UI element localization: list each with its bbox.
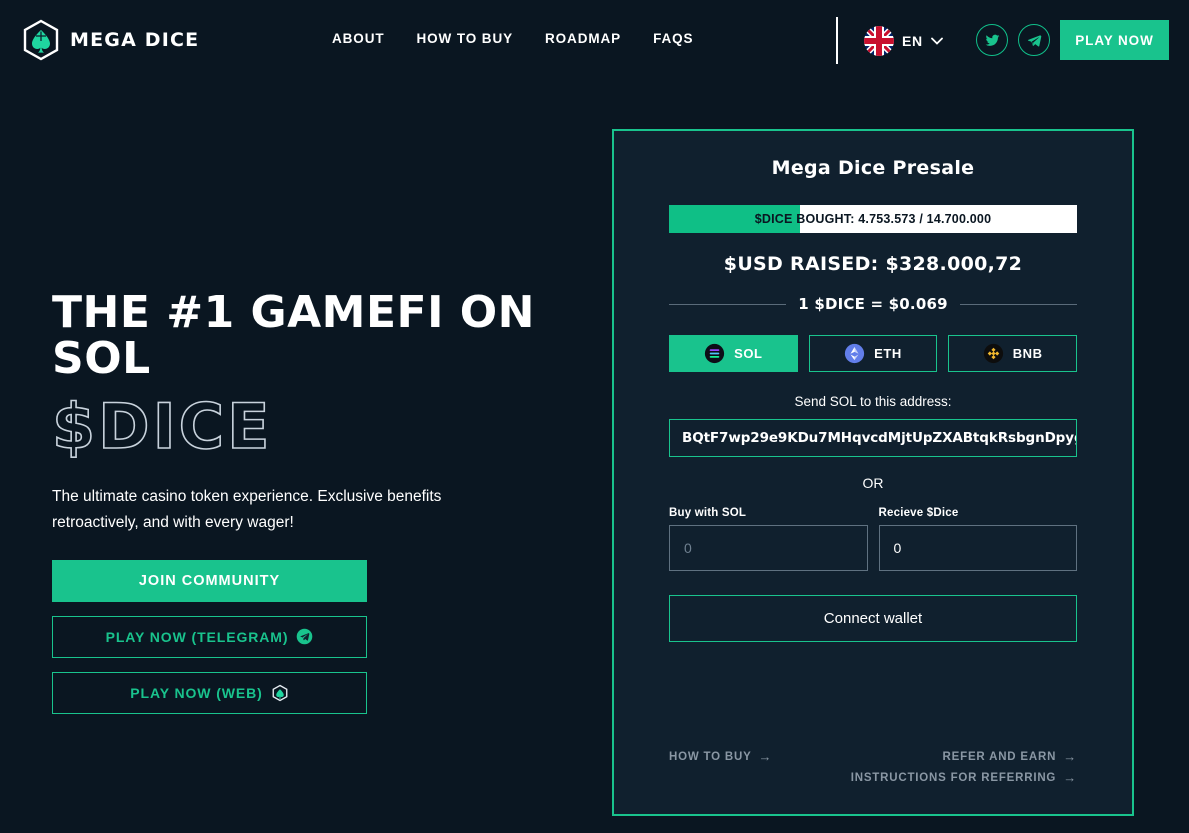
footer-link-how-to-buy-label: HOW TO BUY [669,750,752,763]
receive-amount-input[interactable] [878,525,1077,571]
coin-tab-sol[interactable]: SOL [669,335,798,372]
mega-dice-hex-icon [272,684,288,701]
presale-panel: Mega Dice Presale $DICE BOUGHT: 4.753.57… [612,129,1134,816]
footer-link-refer-and-earn[interactable]: REFER AND EARN → [943,750,1077,763]
join-community-button[interactable]: JOIN COMMUNITY [52,559,367,602]
swap-fields: Buy with SOL Recieve $Dice [669,507,1077,571]
hero-title: THE #1 GAMEFI ON SOL [52,287,535,385]
arrow-right-icon: → [1063,770,1077,785]
play-now-telegram-button[interactable]: PLAY NOW (TELEGRAM) [52,615,367,658]
presale-progress-label: $DICE BOUGHT: 4.753.573 / 14.700.000 [754,212,992,226]
play-now-button[interactable]: PLAY NOW [1060,20,1169,60]
receive-field-group: Recieve $Dice [878,507,1077,571]
hero-buttons: JOIN COMMUNITY PLAY NOW (TELEGRAM) PLAY … [52,559,367,714]
language-label: EN [902,33,923,49]
presale-progress-bar: $DICE BOUGHT: 4.753.573 / 14.700.000 [669,205,1077,233]
chevron-down-icon [930,37,943,45]
brand-logo[interactable]: MEGA DICE [20,19,199,61]
hexagon-spade-logo-icon [23,19,59,61]
site-header: MEGA DICE ABOUT HOW TO BUY ROADMAP FAQS … [0,0,1189,80]
footer-link-instructions-label: INSTRUCTIONS FOR REFERRING [850,771,1057,784]
brand-name: MEGA DICE [70,29,200,51]
buy-field-group: Buy with SOL [669,507,868,571]
telegram-icon [297,628,313,645]
coin-tab-eth-label: ETH [874,346,902,361]
rate-divider-right [959,303,1078,305]
coin-tab-bnb[interactable]: BNB [948,335,1078,372]
nav-item-roadmap[interactable]: ROADMAP [545,31,621,46]
telegram-icon [1027,34,1041,46]
telegram-button[interactable] [1018,24,1050,56]
play-now-web-label: PLAY NOW (WEB) [130,684,263,701]
uk-flag-icon [864,26,894,56]
arrow-right-icon: → [1063,749,1077,764]
page-root: MEGA DICE ABOUT HOW TO BUY ROADMAP FAQS … [0,0,1189,833]
usd-raised-text: $USD RAISED: $328.000,72 [723,253,1023,275]
token-rate-text: 1 $DICE = $0.069 [798,295,948,313]
receive-field-label: Recieve $Dice [878,507,959,519]
nav-item-faqs[interactable]: FAQS [653,31,693,46]
hero-description: The ultimate casino token experience. Ex… [52,488,442,531]
twitter-button[interactable] [976,24,1008,56]
coin-selector-tabs: SOL ETH BNB [669,335,1078,372]
connect-wallet-button[interactable]: Connect wallet [669,595,1077,642]
nav-item-about[interactable]: ABOUT [332,31,385,46]
binance-icon [983,343,1003,364]
coin-tab-bnb-label: BNB [1012,346,1043,361]
or-separator: OR [862,475,884,491]
deposit-address-field[interactable]: BQtF7wp29e9KDu7MHqvcdMjtUpZXABtqkRsbgnDp… [669,419,1077,457]
buy-field-label: Buy with SOL [669,507,747,519]
footer-links-right: REFER AND EARN → INSTRUCTIONS FOR REFERR… [851,750,1077,784]
ethereum-icon [844,343,865,364]
twitter-icon [985,34,999,46]
hero-section: THE #1 GAMEFI ON SOL $DICE The ultimate … [51,287,592,714]
coin-tab-sol-label: SOL [734,346,763,361]
header-divider [836,17,838,64]
footer-link-how-to-buy[interactable]: HOW TO BUY → [669,750,772,763]
solana-icon [704,343,725,364]
footer-link-instructions-for-referring[interactable]: INSTRUCTIONS FOR REFERRING → [851,771,1077,784]
social-links [976,24,1050,56]
arrow-right-icon: → [758,749,773,764]
token-rate-row: 1 $DICE = $0.069 [669,295,1078,313]
coin-tab-eth[interactable]: ETH [808,335,938,372]
nav-item-how-to-buy[interactable]: HOW TO BUY [417,31,514,46]
buy-amount-input[interactable] [669,525,868,571]
presale-footer-links: HOW TO BUY → REFER AND EARN → INSTRUCTIO… [669,750,1077,784]
play-now-telegram-label: PLAY NOW (TELEGRAM) [105,628,289,645]
presale-title: Mega Dice Presale [771,157,975,179]
rate-divider-left [669,303,787,305]
send-address-label: Send SOL to this address: [794,394,952,409]
main-nav: ABOUT HOW TO BUY ROADMAP FAQS [332,31,693,46]
language-selector[interactable]: EN [864,26,943,56]
hero-token-name: $DICE [51,390,273,464]
play-now-web-button[interactable]: PLAY NOW (WEB) [52,671,367,714]
footer-link-refer-and-earn-label: REFER AND EARN [942,750,1057,763]
